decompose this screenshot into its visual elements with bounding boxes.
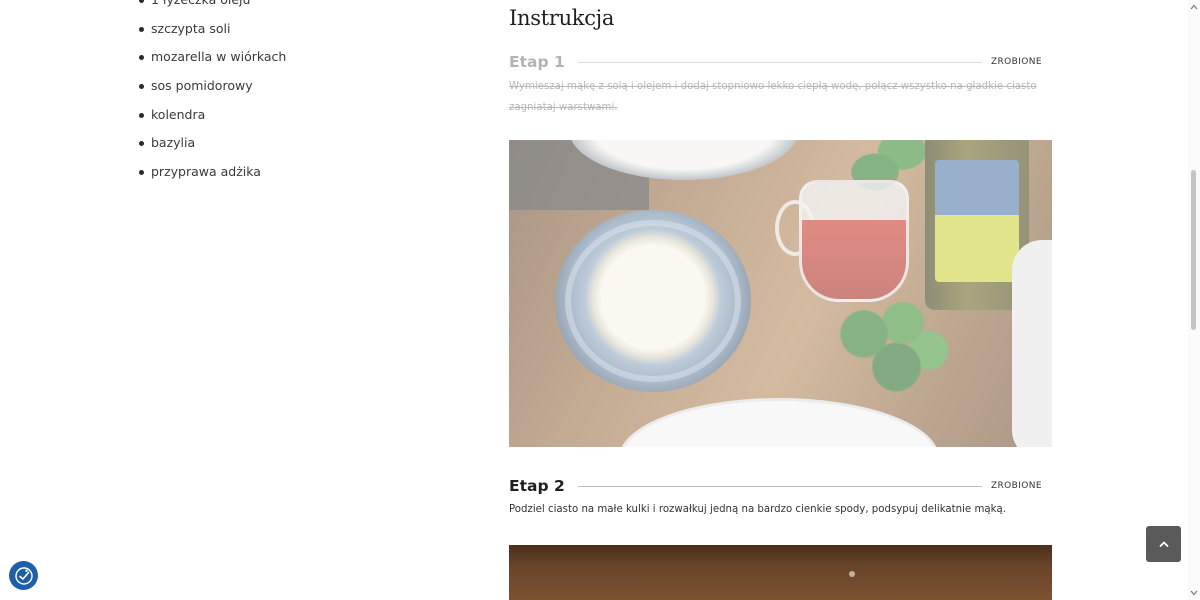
scroll-down-arrow-icon[interactable] — [1189, 588, 1199, 598]
accessibility-icon — [14, 566, 33, 585]
step-1-text: Wymieszaj mąkę z solą i olejem i dodaj s… — [509, 81, 1037, 113]
step-1-done-button[interactable]: ZROBIONE — [991, 57, 1042, 67]
page-scrollbar[interactable] — [1188, 0, 1200, 600]
accessibility-button[interactable] — [9, 561, 38, 590]
ingredient-item: 1 łyżeczka oleju — [138, 0, 286, 15]
step-1-photo — [509, 140, 1052, 447]
ingredient-item: szczypta soli — [138, 15, 286, 44]
step-2-text: Podziel ciasto na małe kulki i rozwałkuj… — [509, 504, 1006, 515]
step-divider — [577, 61, 982, 63]
step-2-photo — [509, 545, 1052, 600]
step-2-header: Etap 2 ZROBIONE — [509, 474, 1042, 498]
ingredient-item: mozarella w wiórkach — [138, 43, 286, 72]
step-1-header: Etap 1 ZROBIONE — [509, 50, 1042, 74]
step-2-done-button[interactable]: ZROBIONE — [991, 481, 1042, 491]
step-2-label: Etap 2 — [509, 477, 565, 495]
ingredient-item: kolendra — [138, 101, 286, 130]
ingredient-item: przyprawa adżika — [138, 158, 286, 187]
ingredient-item: sos pomidorowy — [138, 72, 286, 101]
ingredients-list: 1 łyżeczka oleju szczypta soli mozarella… — [138, 0, 286, 187]
scroll-to-top-button[interactable] — [1146, 526, 1181, 562]
instructions-title: Instrukcja — [509, 6, 615, 30]
scroll-up-arrow-icon[interactable] — [1189, 2, 1199, 12]
step-divider — [577, 485, 982, 487]
scrollbar-thumb[interactable] — [1191, 170, 1196, 330]
step-1-label: Etap 1 — [509, 53, 565, 71]
chevron-up-icon — [1159, 541, 1168, 547]
ingredient-item: bazylia — [138, 129, 286, 158]
